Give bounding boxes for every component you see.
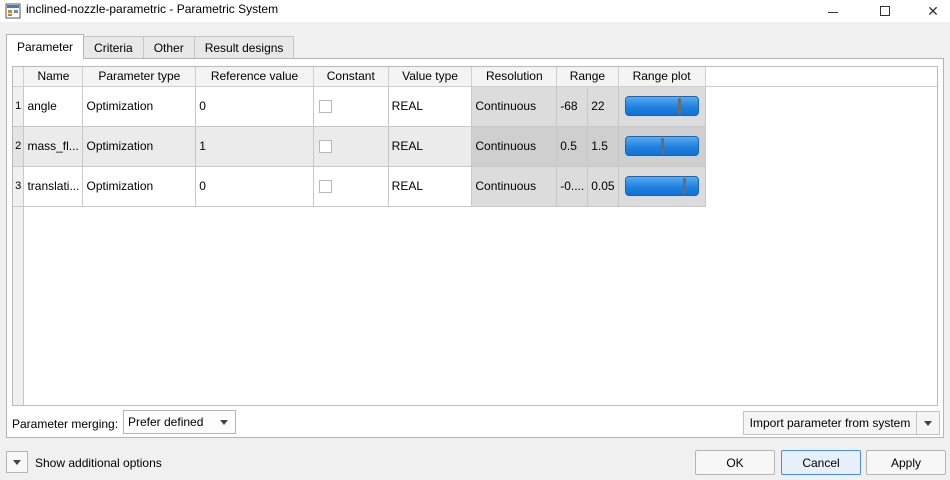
range-plot-marker: [682, 178, 686, 194]
show-additional-options-label[interactable]: Show additional options: [35, 456, 162, 470]
cell-reference-value[interactable]: 0: [195, 166, 314, 207]
header-constant[interactable]: Constant: [313, 67, 389, 87]
window-title: inclined-nozzle-parametric - Parametric …: [26, 2, 279, 16]
cell-range-plot: [618, 166, 706, 207]
constant-checkbox[interactable]: [318, 100, 332, 114]
cell-reference-value[interactable]: 1: [195, 126, 314, 167]
apply-button[interactable]: Apply: [866, 450, 946, 475]
parameter-merging-select[interactable]: Prefer defined: [123, 410, 236, 434]
parameter-table: Name Parameter type Reference value Cons…: [12, 66, 938, 406]
range-plot-bar: [624, 96, 699, 116]
header-value-type[interactable]: Value type: [388, 67, 473, 87]
cell-name[interactable]: mass_fl...: [23, 126, 84, 167]
constant-checkbox[interactable]: [318, 180, 332, 194]
cell-constant: [313, 126, 389, 167]
parameter-grid: Name Parameter type Reference value Cons…: [13, 67, 937, 207]
cell-name[interactable]: angle: [23, 86, 84, 127]
cell-resolution: Continuous: [471, 166, 558, 207]
maximize-button[interactable]: [862, 0, 908, 22]
row-filler: [705, 86, 937, 126]
cell-range-max: 1.5: [587, 126, 619, 167]
maximize-icon: [880, 6, 890, 16]
row-filler: [705, 126, 937, 166]
header-parameter-type[interactable]: Parameter type: [82, 67, 197, 87]
expand-options-button[interactable]: [6, 451, 28, 473]
minimize-button[interactable]: [810, 0, 856, 22]
corner-header: [13, 67, 25, 87]
constant-checkbox[interactable]: [318, 140, 332, 154]
cell-range-min: -0....: [556, 166, 589, 207]
cell-value-type[interactable]: REAL: [388, 126, 473, 167]
close-icon: ✕: [927, 2, 939, 19]
chevron-down-icon: [13, 460, 21, 465]
header-range[interactable]: Range: [556, 67, 619, 87]
cell-range-plot: [618, 86, 706, 127]
ok-button[interactable]: OK: [695, 450, 775, 475]
cell-range-min: 0.5: [556, 126, 589, 167]
header-range-plot[interactable]: Range plot: [618, 67, 706, 87]
row-number: 3: [13, 166, 25, 207]
tab-other[interactable]: Other: [142, 36, 195, 58]
header-reference-value[interactable]: Reference value: [195, 67, 314, 87]
app-grid-icon: [5, 3, 21, 19]
cell-range-min: -68: [556, 86, 589, 127]
table-row[interactable]: 2 mass_fl... Optimization 1 REAL Continu…: [13, 126, 937, 167]
close-button[interactable]: ✕: [910, 0, 950, 22]
import-parameter-button[interactable]: Import parameter from system: [743, 411, 917, 435]
range-plot-bar: [624, 136, 699, 156]
parameter-merging-value: Prefer defined: [128, 415, 204, 429]
tab-criteria[interactable]: Criteria: [83, 36, 144, 58]
range-plot-bar: [624, 176, 699, 196]
chevron-down-icon: [924, 421, 932, 426]
cell-name[interactable]: translati...: [23, 166, 84, 207]
cell-value-type[interactable]: REAL: [388, 166, 473, 207]
parameter-merging-label: Parameter merging:: [12, 417, 119, 431]
row-number: 2: [13, 126, 25, 167]
table-header-row: Name Parameter type Reference value Cons…: [13, 67, 937, 87]
cell-constant: [313, 86, 389, 127]
table-row[interactable]: 1 angle Optimization 0 REAL Continuous -…: [13, 86, 937, 127]
tab-result-designs[interactable]: Result designs: [193, 36, 295, 58]
parameter-panel: Name Parameter type Reference value Cons…: [6, 58, 944, 438]
range-plot-marker: [660, 138, 664, 154]
row-number: 1: [13, 86, 25, 127]
cell-range-max: 22: [587, 86, 619, 127]
cell-value-type[interactable]: REAL: [388, 86, 473, 127]
cell-range-plot: [618, 126, 706, 167]
cell-parameter-type[interactable]: Optimization: [82, 166, 197, 207]
cancel-button[interactable]: Cancel: [781, 450, 861, 475]
tab-bar: Parameter Criteria Other Result designs: [6, 34, 295, 59]
cell-constant: [313, 166, 389, 207]
minimize-icon: [828, 11, 838, 13]
header-filler: [705, 67, 937, 87]
header-resolution[interactable]: Resolution: [471, 67, 558, 87]
tab-parameter[interactable]: Parameter: [6, 34, 85, 59]
range-plot-marker: [677, 98, 681, 114]
cell-parameter-type[interactable]: Optimization: [82, 86, 197, 127]
chevron-down-icon: [220, 420, 228, 425]
table-row[interactable]: 3 translati... Optimization 0 REAL Conti…: [13, 166, 937, 207]
cell-resolution: Continuous: [471, 86, 558, 127]
cell-range-max: 0.05: [587, 166, 619, 207]
cell-parameter-type[interactable]: Optimization: [82, 126, 197, 167]
title-bar: inclined-nozzle-parametric - Parametric …: [0, 0, 950, 22]
cell-reference-value[interactable]: 0: [195, 86, 314, 127]
header-name[interactable]: Name: [23, 67, 84, 87]
row-filler: [705, 166, 937, 206]
cell-resolution: Continuous: [471, 126, 558, 167]
import-dropdown-button[interactable]: [917, 411, 940, 435]
